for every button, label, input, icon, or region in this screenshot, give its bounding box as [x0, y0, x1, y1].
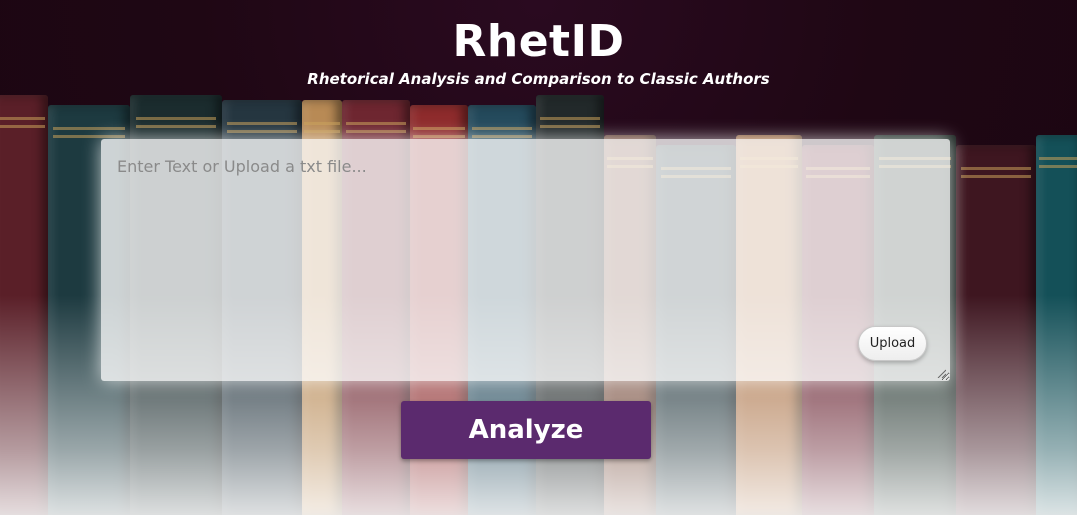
app-subtitle: Rhetorical Analysis and Comparison to Cl…: [307, 70, 770, 88]
text-input-area[interactable]: [101, 139, 950, 381]
app-title: RhetID: [452, 16, 625, 67]
analyze-button[interactable]: Analyze: [401, 401, 651, 459]
header: RhetID Rhetorical Analysis and Compariso…: [0, 0, 1077, 88]
resize-handle-icon[interactable]: [936, 368, 946, 378]
text-input-container: [101, 139, 950, 381]
upload-button[interactable]: Upload: [858, 326, 927, 361]
